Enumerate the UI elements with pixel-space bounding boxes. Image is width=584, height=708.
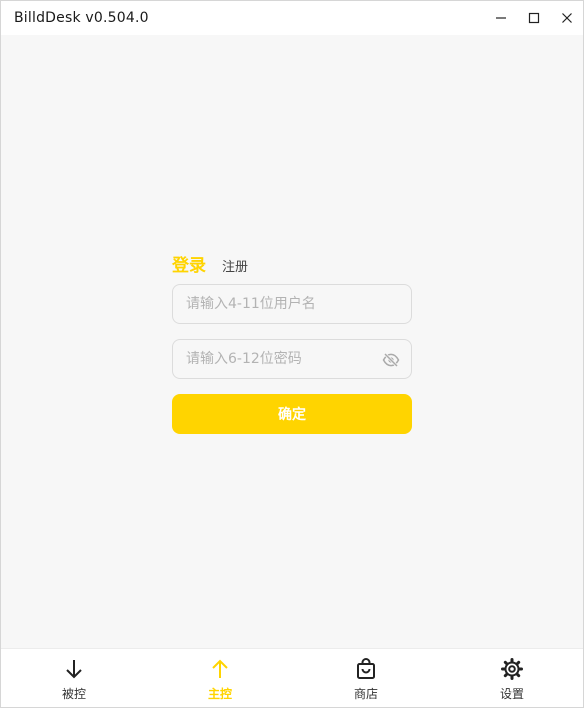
nav-label: 设置 [499, 687, 524, 701]
username-input[interactable] [173, 285, 411, 323]
shopping-bag-icon [357, 658, 375, 679]
maximize-icon [528, 12, 539, 24]
username-field-wrapper [172, 284, 412, 324]
gear-icon [501, 658, 523, 680]
nav-label: 主控 [207, 687, 232, 701]
window-title: BilldDesk v0.504.0 [14, 10, 149, 26]
eye-off-icon[interactable] [382, 351, 400, 369]
password-input[interactable] [173, 340, 411, 378]
close-icon [561, 13, 572, 23]
confirm-button[interactable]: 确定 [172, 394, 412, 434]
nav-label: 商店 [353, 687, 378, 701]
nav-item-store[interactable]: 商店 [336, 657, 396, 702]
title-bar: BilldDesk v0.504.0 [1, 1, 583, 35]
tab-login[interactable]: 登录 [172, 251, 206, 276]
nav-item-controlled[interactable]: 被控 [44, 657, 104, 702]
bottom-nav: 被控 主控 商店 设置 [1, 648, 583, 707]
nav-item-master[interactable]: 主控 [190, 657, 250, 702]
tab-register[interactable]: 注册 [222, 256, 248, 275]
minimize-icon [495, 17, 506, 19]
maximize-button[interactable] [517, 1, 550, 35]
main-content: 登录 注册 确定 [1, 35, 583, 648]
arrow-up-icon [212, 659, 228, 678]
arrow-down-icon [66, 660, 82, 679]
minimize-button[interactable] [484, 1, 517, 35]
nav-item-settings[interactable]: 设置 [482, 657, 542, 702]
auth-tabs: 登录 注册 [172, 251, 248, 276]
window-controls [484, 1, 583, 35]
close-button[interactable] [550, 1, 583, 35]
nav-label: 被控 [61, 687, 86, 701]
password-field-wrapper [172, 339, 412, 379]
